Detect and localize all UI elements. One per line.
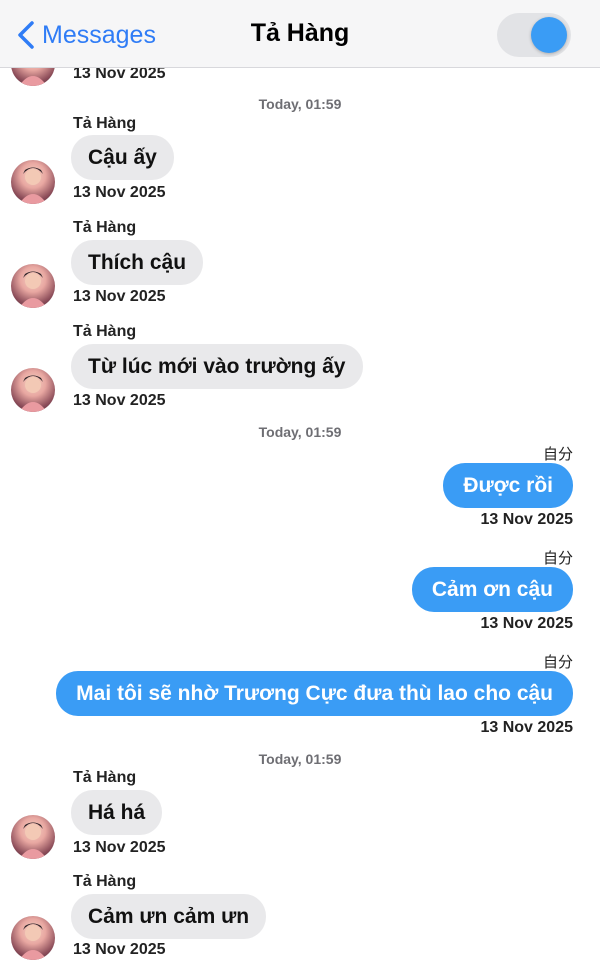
message-date: 13 Nov 2025 (73, 184, 166, 201)
outgoing-message-bubble[interactable]: Mai tôi sẽ nhờ Trương Cực đưa thù lao ch… (56, 671, 573, 716)
incoming-message-bubble[interactable]: Há há (71, 790, 163, 835)
self-label: 自分 (542, 550, 573, 567)
self-label: 自分 (542, 654, 573, 671)
incoming-message-bubble[interactable]: Thích cậu (71, 240, 204, 285)
message-date: 13 Nov 2025 (480, 719, 573, 736)
sender-name: Tả Hàng (73, 115, 137, 132)
toggle-switch[interactable] (497, 13, 571, 57)
message-date: 13 Nov 2025 (73, 839, 166, 856)
nav-bar: Messages Tả Hàng (0, 0, 600, 68)
timestamp-separator: Today, 01:59 (258, 96, 342, 112)
avatar[interactable] (11, 264, 55, 308)
sender-name: Tả Hàng (73, 219, 137, 236)
message-date: 13 Nov 2025 (73, 288, 166, 305)
outgoing-message-bubble[interactable]: Được rồi (443, 463, 573, 508)
timestamp-separator: Today, 01:59 (258, 424, 342, 440)
avatar[interactable] (11, 815, 55, 859)
incoming-message-bubble[interactable]: Từ lúc mới vào trường ấy (71, 344, 363, 389)
avatar[interactable] (11, 368, 55, 412)
sender-name: Tả Hàng (73, 323, 137, 340)
message-date: 13 Nov 2025 (480, 615, 573, 632)
message-date: 13 Nov 2025 (480, 511, 573, 528)
outgoing-message-bubble[interactable]: Cảm ơn cậu (411, 567, 573, 612)
avatar[interactable] (11, 160, 55, 204)
sender-name: Tả Hàng (73, 873, 137, 890)
avatar[interactable] (11, 916, 55, 960)
message-date: 13 Nov 2025 (73, 392, 166, 409)
self-label: 自分 (542, 446, 573, 463)
incoming-message-bubble[interactable]: Cảm ưn cảm ưn (71, 894, 267, 939)
message-date: 13 Nov 2025 (73, 941, 166, 958)
incoming-message-bubble[interactable]: Cậu ấy (71, 135, 174, 180)
timestamp-separator: Today, 01:59 (258, 751, 342, 767)
sender-name: Tả Hàng (73, 769, 137, 786)
toggle-knob (531, 17, 567, 53)
